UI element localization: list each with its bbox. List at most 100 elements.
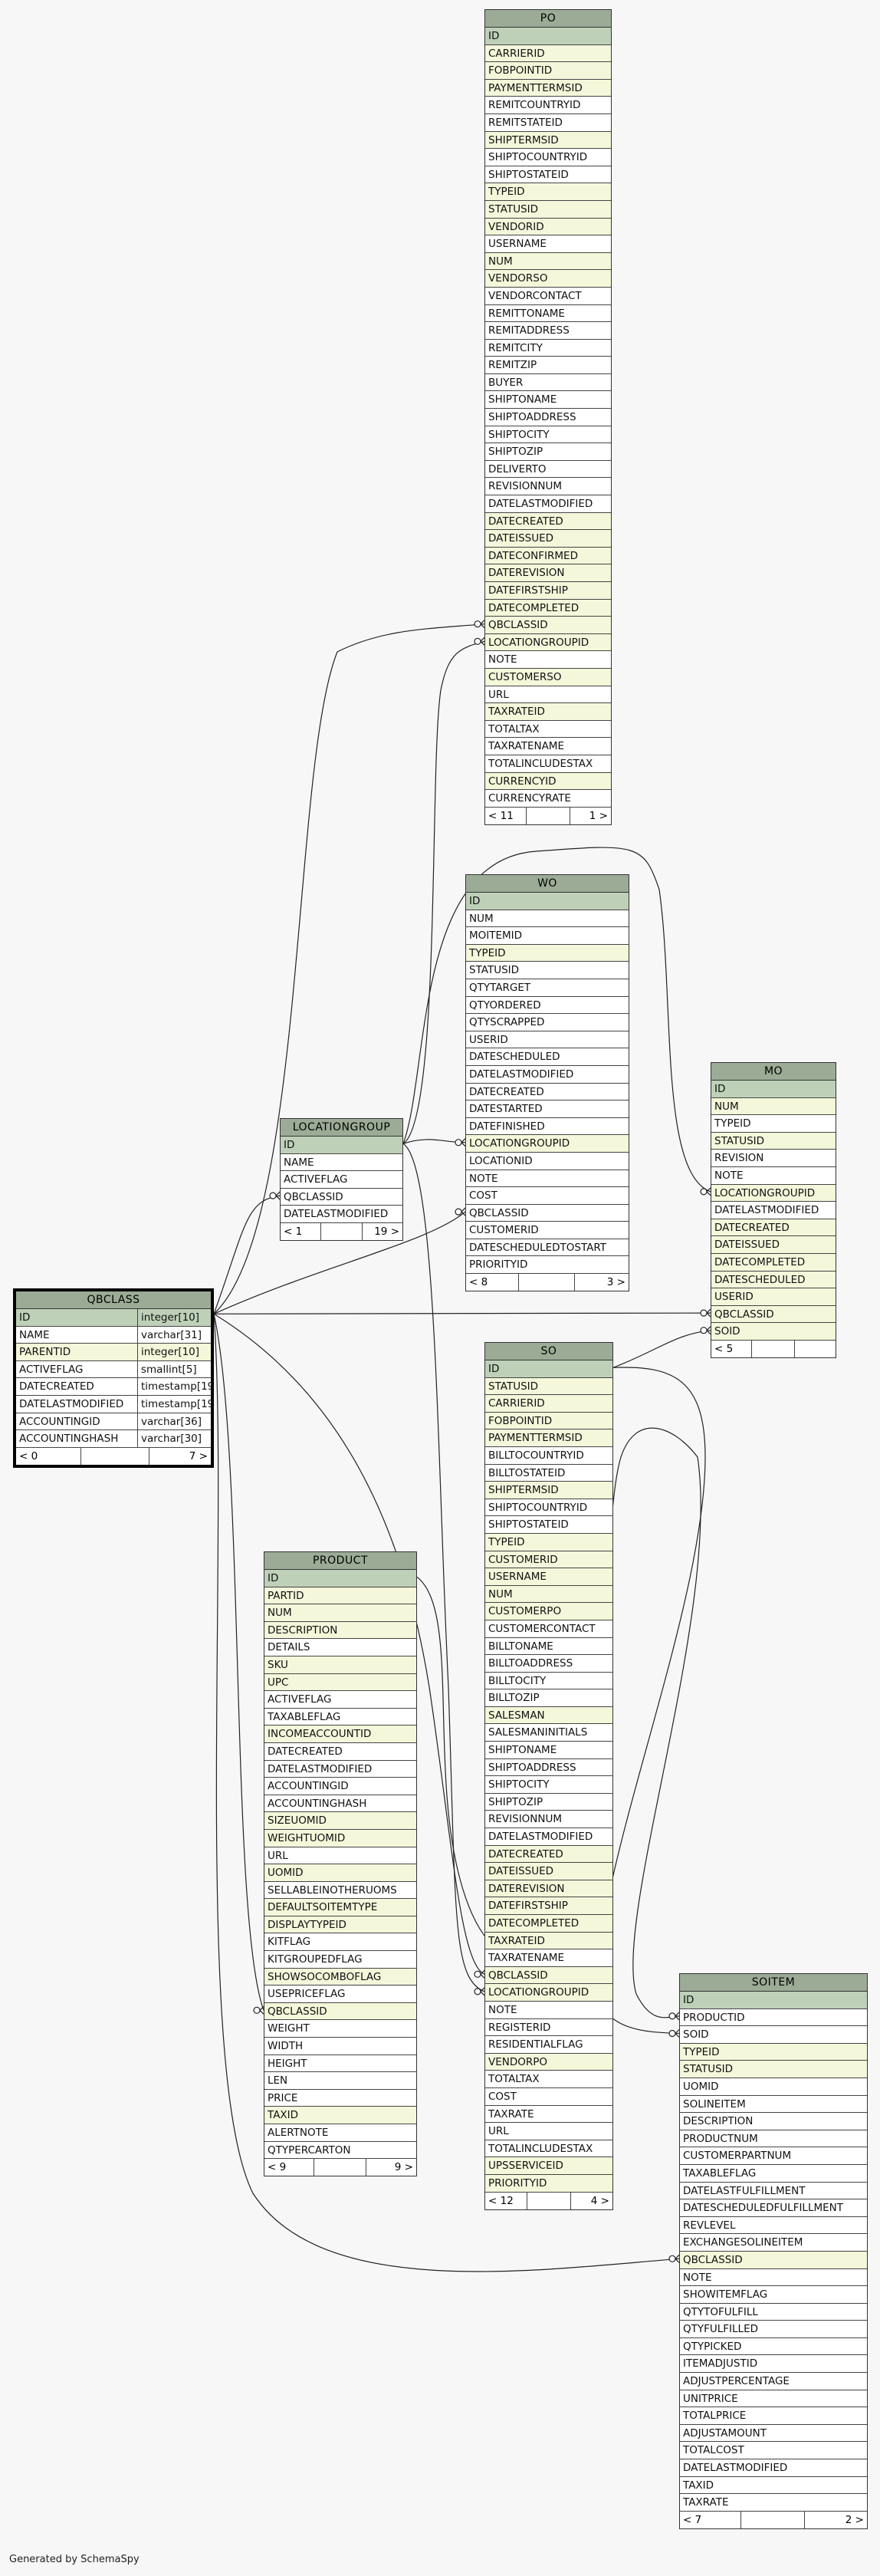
column-row[interactable]: DATEISSUED bbox=[485, 530, 611, 548]
table-product[interactable]: PRODUCT ID PARTID NUM DESCRIPTION DETAILS SKU U… bbox=[264, 1551, 417, 2177]
column-row[interactable]: TYPEID bbox=[485, 1533, 612, 1551]
column-row[interactable]: SALESMANINITIALS bbox=[485, 1724, 612, 1742]
column-row[interactable]: USERID bbox=[466, 1031, 629, 1049]
column-row[interactable]: SOLINEITEM bbox=[680, 2095, 867, 2114]
column-row[interactable]: DATEISSUED bbox=[711, 1236, 836, 1254]
column-row[interactable]: QTYFULFILLED bbox=[680, 2321, 867, 2338]
column-row[interactable]: DISPLAYTYPEID bbox=[264, 1916, 416, 1934]
column-row[interactable]: STATUSID bbox=[466, 962, 629, 979]
column-row[interactable]: QTYTOFULFILL bbox=[680, 2303, 867, 2321]
column-row[interactable]: REGISTERID bbox=[485, 2018, 612, 2037]
column-row[interactable]: DATELASTMODIFIED bbox=[264, 1760, 416, 1778]
column-row[interactable]: TOTALTAX bbox=[485, 720, 611, 739]
column-row[interactable]: TAXABLEFLAG bbox=[264, 1708, 416, 1726]
column-row[interactable]: VENDORPO bbox=[485, 2053, 612, 2071]
column-row[interactable]: URL bbox=[264, 1847, 416, 1865]
column-row[interactable]: STATUSID bbox=[485, 1377, 612, 1396]
column-row[interactable]: TOTALPRICE bbox=[680, 2407, 867, 2425]
column-row[interactable]: DATELASTMODIFIED bbox=[466, 1065, 629, 1084]
column-row[interactable]: DATECOMPLETED bbox=[485, 599, 611, 617]
column-row[interactable]: BILLTOCITY bbox=[485, 1672, 612, 1690]
table-title[interactable]: SO bbox=[485, 1343, 612, 1360]
table-title[interactable]: MO bbox=[711, 1063, 836, 1081]
column-row[interactable]: TAXABLEFLAG bbox=[680, 2164, 867, 2183]
column-row[interactable]: SHIPTONAME bbox=[485, 391, 611, 410]
column-row[interactable]: SHIPTOCITY bbox=[485, 1776, 612, 1794]
column-row[interactable]: DATELASTMODIFIED bbox=[485, 1828, 612, 1846]
table-soitem[interactable]: SOITEM ID PRODUCTID SOID TYPEID STATUSID UOMID… bbox=[679, 1973, 868, 2529]
column-row[interactable]: PRODUCTNUM bbox=[680, 2130, 867, 2148]
column-row[interactable]: DATECONFIRMED bbox=[485, 547, 611, 565]
column-row[interactable]: KITGROUPEDFLAG bbox=[264, 1951, 416, 1969]
column-row[interactable]: WIDTH bbox=[264, 2038, 416, 2055]
column-row[interactable]: DATEREVISION bbox=[485, 564, 611, 582]
column-row[interactable]: DATESCHEDULED bbox=[466, 1048, 629, 1066]
column-row[interactable]: BILLTOSTATEID bbox=[485, 1464, 612, 1482]
column-row[interactable]: UOMID bbox=[680, 2078, 867, 2096]
column-row[interactable]: STATUSID bbox=[680, 2061, 867, 2078]
column-row[interactable]: USEPRICEFLAG bbox=[264, 1985, 416, 2003]
column-row[interactable]: REVISIONNUM bbox=[485, 478, 611, 496]
column-row[interactable]: PRICE bbox=[264, 2089, 416, 2107]
column-row[interactable]: KITFLAG bbox=[264, 1933, 416, 1952]
column-row[interactable]: TAXRATE bbox=[680, 2494, 867, 2512]
column-row[interactable]: DATESCHEDULEDTOSTART bbox=[466, 1239, 629, 1257]
column-row[interactable]: SHOWSOCOMBOFLAG bbox=[264, 1968, 416, 1986]
table-so[interactable]: SO ID STATUSID CARRIERID FOBPOINTID PAYMENTTE… bbox=[484, 1342, 613, 2210]
column-row[interactable]: CUSTOMERID bbox=[466, 1222, 629, 1239]
column-row[interactable]: QBCLASSID bbox=[711, 1305, 836, 1324]
column-row[interactable]: DESCRIPTION bbox=[264, 1621, 416, 1640]
column-row[interactable]: NOTE bbox=[485, 2001, 612, 2019]
column-row[interactable]: ALERTNOTE bbox=[264, 2124, 416, 2142]
column-row[interactable]: REVISION bbox=[711, 1150, 836, 1167]
column-row[interactable]: TYPEID bbox=[485, 183, 611, 201]
column-row[interactable]: QBCLASSID bbox=[485, 1966, 612, 1985]
column-row[interactable]: STATUSID bbox=[711, 1132, 836, 1150]
column-row[interactable]: RESIDENTIALFLAG bbox=[485, 2036, 612, 2054]
column-row[interactable]: DATEISSUED bbox=[485, 1863, 612, 1880]
column-row[interactable]: REMITADDRESS bbox=[485, 322, 611, 340]
column-row[interactable]: PRIORITYID bbox=[485, 2174, 612, 2193]
column-row[interactable]: DATEFIRSTSHIP bbox=[485, 582, 611, 600]
column-row[interactable]: CARRIERID bbox=[485, 44, 611, 63]
column-row[interactable]: BILLTONAME bbox=[485, 1637, 612, 1656]
column-row[interactable]: SHIPTOSTATEID bbox=[485, 1516, 612, 1534]
column-row[interactable]: LOCATIONGROUPID bbox=[485, 1984, 612, 2002]
column-row[interactable]: DATELASTMODIFIED bbox=[711, 1202, 836, 1219]
column-row[interactable]: ID bbox=[281, 1137, 402, 1154]
column-row[interactable]: DATECOMPLETED bbox=[711, 1253, 836, 1272]
column-row[interactable]: NUM bbox=[264, 1604, 416, 1622]
column-row[interactable]: DATELASTMODIFIED bbox=[281, 1206, 402, 1223]
column-row[interactable]: TOTALINCLUDESTAX bbox=[485, 2140, 612, 2158]
column-row[interactable]: COST bbox=[466, 1187, 629, 1205]
column-row[interactable]: REMITCOUNTRYID bbox=[485, 97, 611, 114]
column-row[interactable]: NOTE bbox=[485, 651, 611, 669]
column-row[interactable]: QBCLASSID bbox=[466, 1204, 629, 1222]
column-row[interactable]: REMITCITY bbox=[485, 339, 611, 357]
column-row[interactable]: DATECREATED bbox=[485, 512, 611, 531]
table-qbclass[interactable]: QBCLASS ID integer[10] NAME varchar[31] PAREN… bbox=[13, 1288, 214, 1468]
column-row[interactable]: UPSSERVICEID bbox=[485, 2157, 612, 2175]
column-row[interactable]: TAXRATEID bbox=[485, 1932, 612, 1950]
column-row[interactable]: REMITTONAME bbox=[485, 304, 611, 323]
table-title[interactable]: SOITEM bbox=[680, 1974, 867, 1992]
column-row[interactable]: WEIGHT bbox=[264, 2020, 416, 2038]
column-row[interactable]: VENDORCONTACT bbox=[485, 287, 611, 305]
table-title[interactable]: LOCATIONGROUP bbox=[281, 1119, 402, 1137]
column-row[interactable]: CUSTOMERPARTNUM bbox=[680, 2147, 867, 2165]
column-row[interactable]: SKU bbox=[264, 1656, 416, 1674]
column-row[interactable]: QTYORDERED bbox=[466, 996, 629, 1015]
column-row[interactable]: CURRENCYRATE bbox=[485, 790, 611, 808]
column-row[interactable]: CUSTOMERSO bbox=[485, 668, 611, 686]
column-row[interactable]: DELIVERTO bbox=[485, 460, 611, 479]
column-row[interactable]: USERNAME bbox=[485, 235, 611, 253]
column-row[interactable]: DATECREATED bbox=[466, 1083, 629, 1101]
column-row[interactable]: DATEFINISHED bbox=[466, 1117, 629, 1136]
column-row[interactable]: NAME bbox=[281, 1153, 402, 1172]
column-row[interactable]: QTYPERCARTON bbox=[264, 2141, 416, 2160]
column-row[interactable]: USERNAME bbox=[485, 1568, 612, 1586]
column-row[interactable]: INCOMEACCOUNTID bbox=[264, 1726, 416, 1743]
column-row[interactable]: ID bbox=[485, 28, 611, 45]
column-row[interactable]: ACCOUNTINGHASH bbox=[264, 1795, 416, 1813]
column-row[interactable]: TOTALCOST bbox=[680, 2442, 867, 2460]
